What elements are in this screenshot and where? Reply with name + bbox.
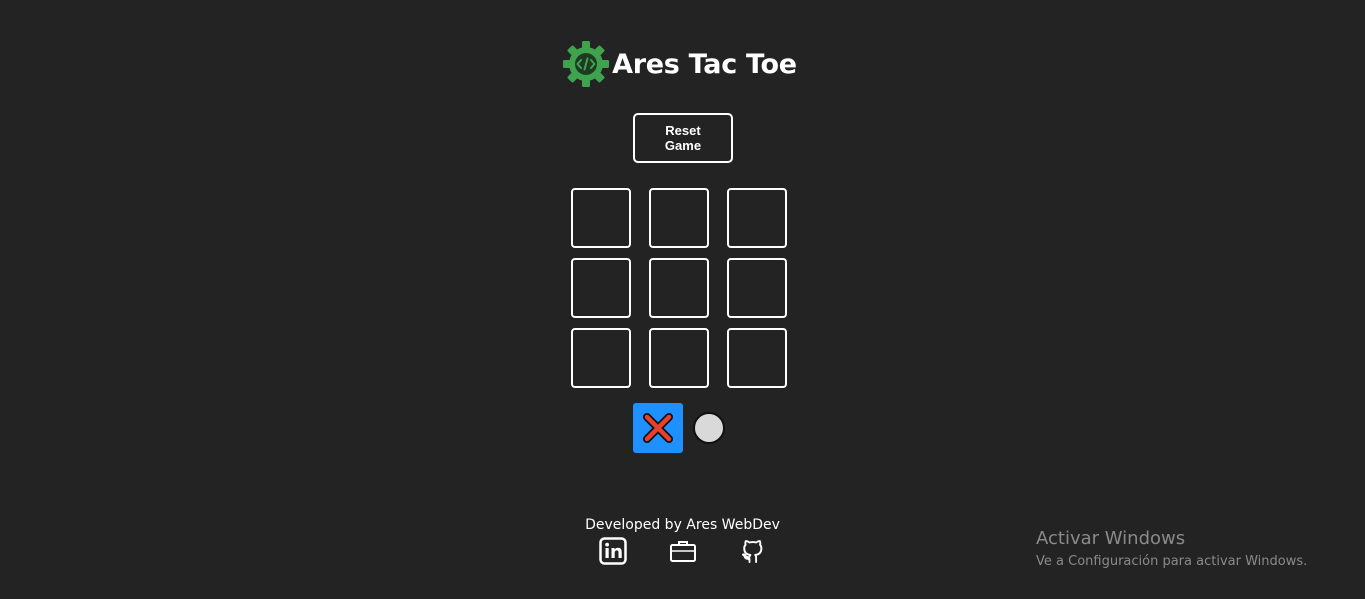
- board-cell-4[interactable]: [571, 258, 631, 318]
- board-cell-8[interactable]: [649, 328, 709, 388]
- github-icon: [741, 540, 762, 563]
- player-selector: [633, 403, 726, 453]
- linkedin-icon: [598, 537, 627, 565]
- board-cell-1[interactable]: [571, 188, 631, 248]
- board-cell-9[interactable]: [727, 328, 787, 388]
- player-x-button[interactable]: [633, 403, 683, 453]
- board-cell-6[interactable]: [727, 258, 787, 318]
- reset-game-button[interactable]: Reset Game: [633, 113, 733, 163]
- briefcase-icon: [669, 541, 696, 562]
- board-cell-2[interactable]: [649, 188, 709, 248]
- windows-activation-watermark: Activar Windows Ve a Configuración para …: [1036, 528, 1307, 572]
- watermark-subtitle: Ve a Configuración para activar Windows.: [1036, 554, 1308, 569]
- watermark-title: Activar Windows: [1036, 528, 1186, 549]
- player-o-button[interactable]: [692, 411, 726, 445]
- game-page: Ares Tac Toe Reset Game Developed by Are…: [0, 0, 1365, 599]
- x-mark-icon: [643, 413, 673, 443]
- page-title: Ares Tac Toe: [612, 48, 797, 80]
- board-cell-5[interactable]: [649, 258, 709, 318]
- header: Ares Tac Toe: [0, 40, 1365, 88]
- board-cell-7[interactable]: [571, 328, 631, 388]
- portfolio-link[interactable]: [669, 537, 697, 565]
- gear-code-icon: [563, 41, 610, 87]
- game-board: [571, 188, 787, 388]
- github-link[interactable]: [739, 537, 767, 565]
- board-cell-3[interactable]: [727, 188, 787, 248]
- linkedin-link[interactable]: [598, 537, 627, 565]
- circle-icon: [693, 412, 725, 444]
